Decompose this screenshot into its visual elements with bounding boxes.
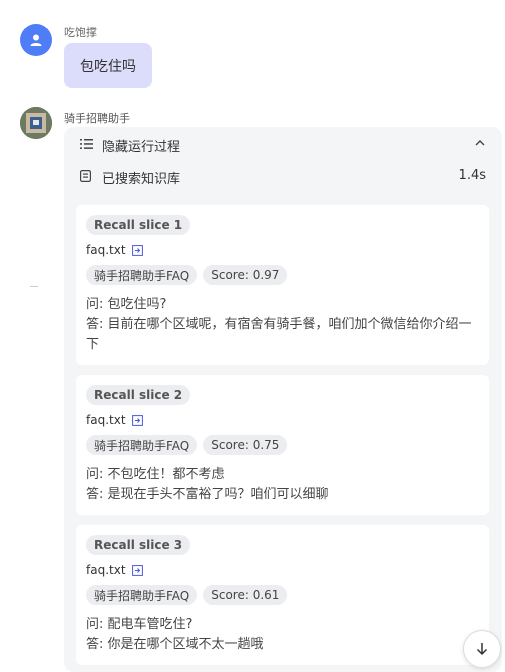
document-icon xyxy=(80,170,91,182)
user-avatar xyxy=(20,24,52,56)
question-text: 问: 不包吃住！都不考虑 xyxy=(86,467,225,482)
score-tag: Score: 0.97 xyxy=(203,265,288,285)
slice-tag: Recall slice 1 xyxy=(86,215,191,235)
file-name-text[interactable]: faq.txt xyxy=(86,563,126,577)
slice-tag: Recall slice 3 xyxy=(86,535,191,555)
recall-slice-card: Recall slice 3 faq.txt 骑手招聘助手FAQ Score: … xyxy=(76,525,489,665)
run-process-panel: 隐藏运行过程 已搜索知识库 1.4s Recall slice 1 faq.tx… xyxy=(64,127,502,672)
source-tag: 骑手招聘助手FAQ xyxy=(86,585,198,605)
external-link-icon[interactable] xyxy=(131,414,143,426)
question-text: 问: 配电车管吃住? xyxy=(86,617,193,632)
answer-text: 答: 目前在哪个区域呢，有宿舍有骑手餐，咱们加个微信给你介绍一下 xyxy=(86,317,472,352)
user-name: 吃饱撑 xyxy=(64,26,97,39)
process-toggle-label: 隐藏运行过程 xyxy=(102,140,181,155)
question-text: 问: 包吃住吗? xyxy=(86,297,167,312)
user-message-bubble: 包吃住吗 xyxy=(64,43,152,88)
recall-slice-card: Recall slice 2 faq.txt 骑手招聘助手FAQ Score: … xyxy=(76,375,489,515)
qa-text: 问: 不包吃住！都不考虑 答: 是现在手头不富裕了吗？咱们可以细聊 xyxy=(86,465,481,505)
qa-text: 问: 配电车管吃住? 答: 你是在哪个区域不太一趟哦 xyxy=(86,615,481,655)
user-icon xyxy=(30,34,42,46)
file-name[interactable]: faq.txt xyxy=(86,413,143,427)
process-toggle[interactable]: 隐藏运行过程 xyxy=(64,127,502,161)
file-name[interactable]: faq.txt xyxy=(86,243,143,257)
source-tag: 骑手招聘助手FAQ xyxy=(86,435,198,455)
score-tag: Score: 0.61 xyxy=(203,585,288,605)
qa-text: 问: 包吃住吗? 答: 目前在哪个区域呢，有宿舍有骑手餐，咱们加个微信给你介绍一… xyxy=(86,295,481,355)
search-step-time: 1.4s xyxy=(458,168,486,183)
divider xyxy=(30,286,38,287)
answer-text: 答: 是现在手头不富裕了吗？咱们可以细聊 xyxy=(86,487,329,502)
scroll-to-bottom-button[interactable] xyxy=(463,630,501,668)
answer-text: 答: 你是在哪个区域不太一趟哦 xyxy=(86,637,264,652)
arrow-down-icon xyxy=(476,643,488,656)
bot-avatar-image xyxy=(20,107,52,139)
file-name-text[interactable]: faq.txt xyxy=(86,413,126,427)
bot-name: 骑手招聘助手 xyxy=(64,112,130,125)
recall-slice-card: Recall slice 1 faq.txt 骑手招聘助手FAQ Score: … xyxy=(76,205,489,365)
external-link-icon[interactable] xyxy=(131,564,143,576)
slice-tag: Recall slice 2 xyxy=(86,385,191,405)
list-icon xyxy=(80,139,93,149)
file-name-text[interactable]: faq.txt xyxy=(86,243,126,257)
score-tag: Score: 0.75 xyxy=(203,435,288,455)
search-step-label: 已搜索知识库 xyxy=(102,172,181,187)
bot-avatar xyxy=(20,107,52,139)
chevron-up-icon[interactable] xyxy=(474,137,486,149)
external-link-icon[interactable] xyxy=(131,244,143,256)
source-tag: 骑手招聘助手FAQ xyxy=(86,265,198,285)
knowledge-search-step: 已搜索知识库 1.4s xyxy=(64,161,502,191)
file-name[interactable]: faq.txt xyxy=(86,563,143,577)
